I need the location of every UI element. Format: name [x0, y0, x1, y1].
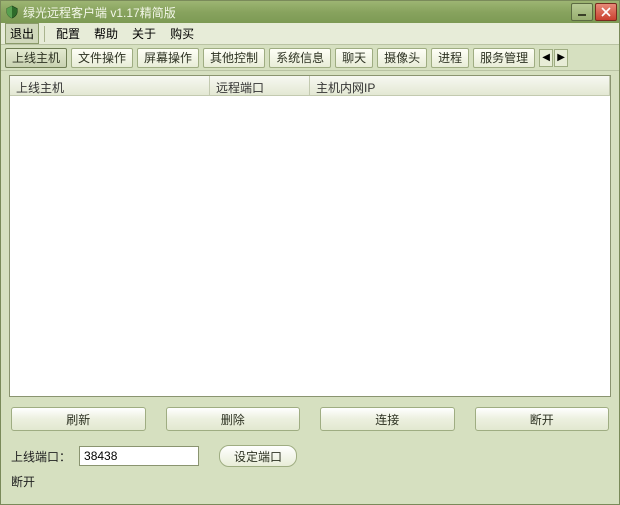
- tab-process[interactable]: 进程: [431, 48, 469, 68]
- tab-screen-ops[interactable]: 屏幕操作: [137, 48, 199, 68]
- disconnect-button[interactable]: 断开: [475, 407, 610, 431]
- menu-buy[interactable]: 购买: [164, 23, 200, 44]
- tab-sysinfo[interactable]: 系统信息: [269, 48, 331, 68]
- status-text: 断开: [9, 469, 611, 496]
- tab-chat[interactable]: 聊天: [335, 48, 373, 68]
- menu-exit[interactable]: 退出: [5, 23, 39, 44]
- delete-button[interactable]: 删除: [166, 407, 301, 431]
- app-window: 绿光远程客户端 v1.17精简版 退出 配置 帮助 关于 购买 上线主机 文件操…: [0, 0, 620, 505]
- listview-header: 上线主机 远程端口 主机内网IP: [10, 76, 610, 96]
- host-listview[interactable]: 上线主机 远程端口 主机内网IP: [9, 75, 611, 397]
- window-title: 绿光远程客户端 v1.17精简版: [23, 4, 569, 21]
- menu-help[interactable]: 帮助: [88, 23, 124, 44]
- menu-separator: [44, 26, 45, 42]
- menubar: 退出 配置 帮助 关于 购买: [1, 23, 619, 45]
- col-host[interactable]: 上线主机: [10, 76, 210, 95]
- listview-body[interactable]: [10, 96, 610, 396]
- action-buttons: 刷新 删除 连接 断开: [9, 397, 611, 439]
- tab-scroll-left[interactable]: ◀: [539, 49, 553, 67]
- menu-about[interactable]: 关于: [126, 23, 162, 44]
- tab-online-hosts[interactable]: 上线主机: [5, 48, 67, 68]
- menu-config[interactable]: 配置: [50, 23, 86, 44]
- tab-scroll-right[interactable]: ▶: [554, 49, 568, 67]
- minimize-button[interactable]: [571, 3, 593, 21]
- tab-camera[interactable]: 摄像头: [377, 48, 427, 68]
- content-area: 上线主机 远程端口 主机内网IP 刷新 删除 连接 断开 上线端口： 设定端口 …: [1, 71, 619, 504]
- port-input[interactable]: [79, 446, 199, 466]
- app-icon: [5, 5, 19, 19]
- port-label: 上线端口：: [11, 448, 71, 465]
- tab-file-ops[interactable]: 文件操作: [71, 48, 133, 68]
- tab-services[interactable]: 服务管理: [473, 48, 535, 68]
- tab-other-control[interactable]: 其他控制: [203, 48, 265, 68]
- titlebar: 绿光远程客户端 v1.17精简版: [1, 1, 619, 23]
- set-port-button[interactable]: 设定端口: [219, 445, 297, 467]
- close-button[interactable]: [595, 3, 617, 21]
- connect-button[interactable]: 连接: [320, 407, 455, 431]
- port-row: 上线端口： 设定端口: [9, 439, 611, 469]
- col-port[interactable]: 远程端口: [210, 76, 310, 95]
- toolbar: 上线主机 文件操作 屏幕操作 其他控制 系统信息 聊天 摄像头 进程 服务管理 …: [1, 45, 619, 71]
- col-ip[interactable]: 主机内网IP: [310, 76, 610, 95]
- tab-scroll-nav: ◀ ▶: [539, 49, 568, 67]
- refresh-button[interactable]: 刷新: [11, 407, 146, 431]
